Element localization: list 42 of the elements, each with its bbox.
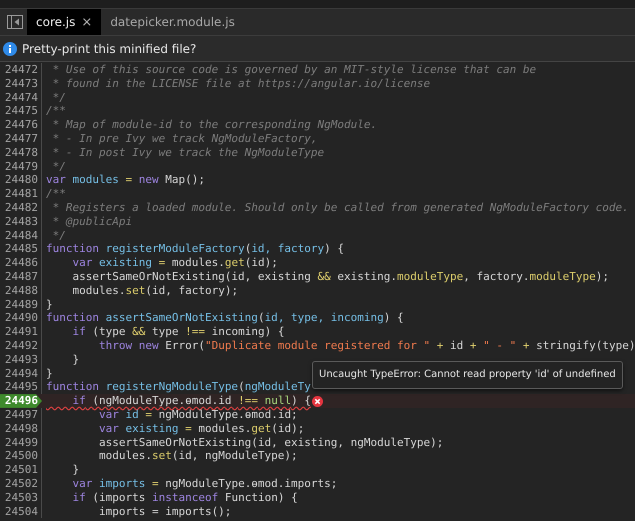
- code-line: var imports = ngModuleType.ɵmod.imports;: [71, 476, 338, 491]
- code-line: var id = ngModuleType.ɵmod.id;: [98, 408, 298, 422]
- code-line: var existing = modules.get(id);: [98, 422, 304, 436]
- code-line: var modules = new Map();: [46, 173, 205, 188]
- code-line: if (imports instanceof Function) {: [71, 490, 298, 504]
- code-line: var existing = modules.get(id);: [71, 256, 278, 270]
- sidebar-toggle-icon[interactable]: [7, 15, 23, 29]
- code-line: modules.set(id, ngModuleType);: [98, 449, 298, 464]
- current-line-number[interactable]: 24496: [0, 394, 42, 408]
- code-line: * Use of this source code is governed by an MIT-style license that can be: [52, 63, 536, 77]
- code-line: if (type && type !== incoming) {: [71, 325, 284, 339]
- code-line: * Registers a loaded module. Should only be called from generated NgModuleFactory code.: [52, 200, 629, 215]
- file-tab[interactable]: core.js ×: [27, 9, 102, 35]
- info-icon: [3, 42, 17, 56]
- code-line: * found in the LICENSE file at https://angular.io/license: [52, 76, 430, 91]
- code-line: * @publicApi: [52, 214, 132, 229]
- code-line: * - In post Ivy we track the NgModuleType: [52, 146, 324, 160]
- code-line: */: [52, 228, 66, 242]
- file-tab[interactable]: datepicker.module.js: [101, 9, 244, 35]
- code-line: }: [71, 463, 80, 477]
- code-line: * - In pre Ivy we track NgModuleFactory,: [52, 132, 318, 146]
- error-tooltip: Uncaught TypeError: Cannot read property 'id' of undefined: [312, 361, 623, 390]
- error-icon[interactable]: [312, 396, 323, 407]
- code-line: }: [46, 366, 53, 380]
- code-line: throw new Error("Duplicate module registered for " + id + " - " + stringify(type): [98, 338, 635, 353]
- close-icon[interactable]: ×: [81, 14, 92, 30]
- info-message[interactable]: Pretty-print this minified file?: [22, 42, 196, 56]
- code-line: /**: [46, 187, 66, 201]
- code-line: assertSameOrNotExisting(id, existing && existing.moduleType, factory.moduleType);: [71, 270, 609, 284]
- code-line: }: [71, 352, 80, 367]
- code-line: */: [52, 90, 66, 104]
- code-line: function registerModuleFactory(id, factory) {: [46, 242, 344, 256]
- code-line: imports = imports();: [98, 504, 232, 518]
- code-line: function assertSameOrNotExisting(id, type, incoming) {: [46, 311, 404, 326]
- code-line: * Map of module-id to the corresponding NgModule.: [52, 118, 378, 132]
- code-line: /**: [46, 104, 66, 118]
- code-line: }: [46, 298, 53, 312]
- code-line: assertSameOrNotExisting(id, existing, ngModuleType);: [98, 436, 444, 450]
- code-line: modules.set(id, factory);: [71, 284, 238, 298]
- code-line: function registerNgModuleType(ngModuleTy: [46, 380, 311, 394]
- code-line: if (ngModuleType.ɵmod.id !== null) {: [71, 394, 311, 408]
- code-line: */: [52, 160, 66, 174]
